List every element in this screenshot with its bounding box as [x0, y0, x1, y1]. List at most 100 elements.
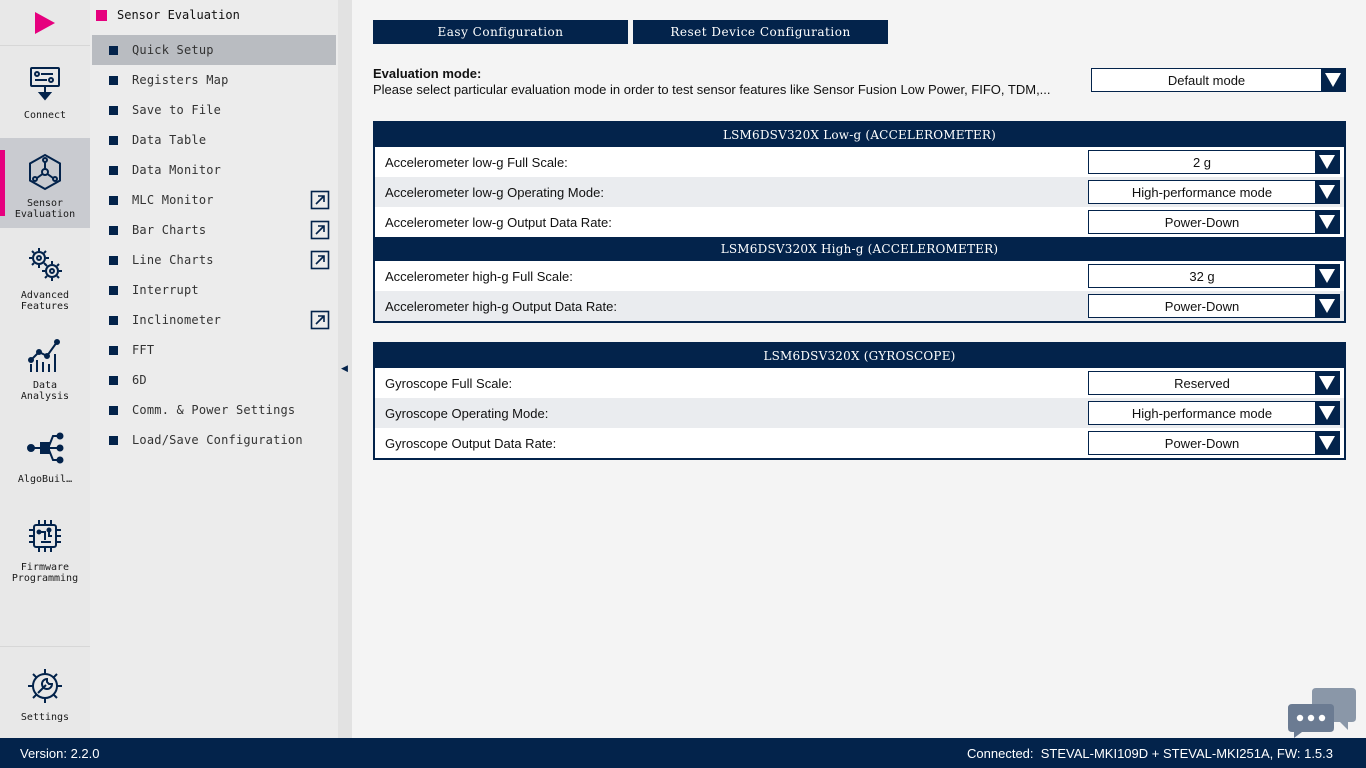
submenu-collapse-handle[interactable]: ◀	[338, 0, 352, 738]
submenu-item-inclinometer[interactable]: Inclinometer	[92, 305, 336, 335]
bullet	[109, 105, 118, 115]
gyroscope-panel: LSM6DSV320X (GYROSCOPE) Gyroscope Full S…	[373, 342, 1346, 460]
setting-row-gyro-operating-mode: Gyroscope Operating Mode: High-performan…	[375, 398, 1344, 428]
external-window-icon[interactable]	[310, 190, 330, 210]
rail-item-sensor-evaluation[interactable]: Sensor Evaluation	[0, 138, 90, 228]
chart-icon	[28, 339, 60, 372]
submenu-item-data-table[interactable]: Data Table	[92, 125, 336, 155]
high-g-output-data-rate-select[interactable]: Power-Down	[1088, 294, 1340, 318]
rail-item-connect[interactable]: Connect	[0, 50, 90, 140]
evaluation-mode-select[interactable]: Default mode	[1091, 68, 1346, 92]
submenu-item-comm-power-settings[interactable]: Comm. & Power Settings	[92, 395, 336, 425]
bullet	[109, 255, 118, 265]
submenu-panel: Sensor Evaluation Quick Setup Registers …	[90, 0, 338, 738]
setting-label: Gyroscope Full Scale:	[385, 375, 513, 391]
accelerometer-panel: LSM6DSV320X Low-g (ACCELEROMETER) Accele…	[373, 121, 1346, 323]
submenu-item-label: Comm. & Power Settings	[132, 403, 296, 417]
rail-item-settings[interactable]: Settings	[0, 652, 90, 742]
low-g-operating-mode-select[interactable]: High-performance mode	[1088, 180, 1340, 204]
submenu-item-save-to-file[interactable]: Save to File	[92, 95, 336, 125]
main-content: Easy Configuration Reset Device Configur…	[352, 0, 1366, 738]
low-g-output-data-rate-select[interactable]: Power-Down	[1088, 210, 1340, 234]
evaluation-mode-description: Please select particular evaluation mode…	[373, 82, 1051, 97]
submenu-item-label: Quick Setup	[132, 43, 214, 57]
setting-row-high-g-output-data-rate: Accelerometer high-g Output Data Rate: P…	[375, 291, 1344, 321]
setting-row-gyro-output-data-rate: Gyroscope Output Data Rate: Power-Down	[375, 428, 1344, 458]
submenu-item-label: Load/Save Configuration	[132, 433, 303, 447]
dropdown-arrow-icon[interactable]	[1315, 211, 1339, 233]
select-value: Power-Down	[1164, 214, 1240, 230]
bullet	[109, 315, 118, 325]
submenu-item-line-charts[interactable]: Line Charts	[92, 245, 336, 275]
dropdown-arrow-icon[interactable]	[1321, 69, 1345, 91]
external-window-icon[interactable]	[310, 310, 330, 330]
setting-label: Accelerometer high-g Full Scale:	[385, 268, 573, 284]
reset-device-configuration-button[interactable]: Reset Device Configuration	[633, 20, 888, 44]
chat-icon[interactable]	[1286, 684, 1358, 738]
gyro-operating-mode-select[interactable]: High-performance mode	[1088, 401, 1340, 425]
gyro-full-scale-select[interactable]: Reserved	[1088, 371, 1340, 395]
submenu-item-label: Interrupt	[132, 283, 199, 297]
gyro-output-data-rate-select[interactable]: Power-Down	[1088, 431, 1340, 455]
select-value: High-performance mode	[1131, 405, 1273, 421]
rail-item-data-analysis[interactable]: Data Analysis	[0, 320, 90, 410]
chip-icon	[29, 520, 61, 552]
dropdown-arrow-icon[interactable]	[1315, 265, 1339, 287]
dropdown-arrow-icon[interactable]	[1315, 295, 1339, 317]
submenu-item-label: Save to File	[132, 103, 222, 117]
settings-icon	[28, 669, 62, 703]
rail-label: Settings	[20, 712, 70, 723]
dropdown-arrow-icon[interactable]	[1315, 151, 1339, 173]
submenu-item-fft[interactable]: FFT	[92, 335, 336, 365]
submenu-item-quick-setup[interactable]: Quick Setup	[92, 35, 336, 65]
bullet	[109, 195, 118, 205]
title-marker	[96, 9, 107, 21]
submenu-item-label: Data Monitor	[132, 163, 222, 177]
submenu-title-text: Sensor Evaluation	[117, 8, 240, 22]
bullet	[109, 375, 118, 385]
bullet	[109, 345, 118, 355]
dropdown-arrow-icon[interactable]	[1315, 402, 1339, 424]
high-g-full-scale-select[interactable]: 32 g	[1088, 264, 1340, 288]
setting-label: Accelerometer low-g Full Scale:	[385, 154, 568, 170]
submenu-item-interrupt[interactable]: Interrupt	[92, 275, 336, 305]
rail-label: Advanced Features	[20, 290, 70, 312]
easy-configuration-button[interactable]: Easy Configuration	[373, 20, 628, 44]
rail-item-algobuilder[interactable]: AlgoBuil…	[0, 414, 90, 504]
rail-divider	[0, 646, 90, 647]
bullet	[109, 45, 118, 55]
submenu-item-label: Inclinometer	[132, 313, 222, 327]
section-header-low-g: LSM6DSV320X Low-g (ACCELEROMETER)	[375, 123, 1344, 147]
gears-icon	[29, 248, 62, 281]
select-value: Power-Down	[1164, 298, 1240, 314]
dropdown-arrow-icon[interactable]	[1315, 372, 1339, 394]
submenu-item-mlc-monitor[interactable]: MLC Monitor	[92, 185, 336, 215]
rail-item-advanced-features[interactable]: Advanced Features	[0, 230, 90, 320]
setting-row-gyro-full-scale: Gyroscope Full Scale: Reserved	[375, 368, 1344, 398]
bullet	[109, 165, 118, 175]
rail-label: Connect	[23, 110, 67, 121]
play-logo-icon	[35, 11, 55, 34]
setting-label: Accelerometer low-g Operating Mode:	[385, 184, 604, 200]
submenu-item-registers-map[interactable]: Registers Map	[92, 65, 336, 95]
dropdown-arrow-icon[interactable]	[1315, 432, 1339, 454]
submenu-item-label: Data Table	[132, 133, 207, 147]
submenu-item-label: 6D	[132, 373, 147, 387]
submenu-item-6d[interactable]: 6D	[92, 365, 336, 395]
submenu-item-data-monitor[interactable]: Data Monitor	[92, 155, 336, 185]
setting-label: Gyroscope Output Data Rate:	[385, 435, 557, 451]
external-window-icon[interactable]	[310, 220, 330, 240]
bullet	[109, 405, 118, 415]
app-logo[interactable]	[0, 0, 90, 46]
section-header-gyroscope: LSM6DSV320X (GYROSCOPE)	[375, 344, 1344, 368]
collapse-left-icon: ◀	[341, 363, 348, 373]
dropdown-arrow-icon[interactable]	[1315, 181, 1339, 203]
rail-item-firmware-programming[interactable]: Firmware Programming	[0, 502, 90, 592]
submenu-item-load-save-configuration[interactable]: Load/Save Configuration	[92, 425, 336, 455]
setting-label: Accelerometer high-g Output Data Rate:	[385, 298, 617, 314]
low-g-full-scale-select[interactable]: 2 g	[1088, 150, 1340, 174]
external-window-icon[interactable]	[310, 250, 330, 270]
submenu-title: Sensor Evaluation	[96, 8, 240, 22]
submenu-item-bar-charts[interactable]: Bar Charts	[92, 215, 336, 245]
bullet	[109, 435, 118, 445]
